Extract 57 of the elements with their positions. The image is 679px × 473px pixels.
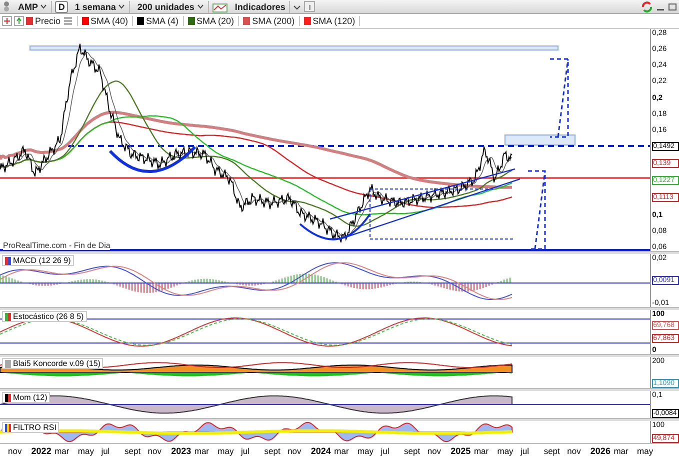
legend-label[interactable]: SMA (200) (252, 16, 295, 26)
period-dropdown[interactable]: 1 semana (70, 0, 130, 12)
indicators-dropdown[interactable]: Indicadores (230, 0, 290, 12)
legend-label[interactable]: SMA (40) (90, 16, 128, 26)
date-label: mar (334, 446, 349, 456)
refresh-icon[interactable] (641, 0, 653, 12)
date-label: nov (148, 446, 162, 456)
date-label: jul (520, 446, 530, 456)
date-label: nov (8, 446, 22, 456)
date-label: 2024 (310, 446, 331, 456)
date-label: jul (101, 446, 110, 456)
date-label: 2023 (171, 446, 192, 456)
date-label: nov (288, 446, 302, 456)
period-key-button[interactable]: D (55, 0, 68, 12)
date-label: nov (427, 446, 442, 456)
stack-icon[interactable] (2, 0, 11, 12)
date-label: jul (380, 446, 390, 456)
caret-icon[interactable] (118, 4, 126, 10)
arrow-up-icon[interactable] (14, 16, 24, 26)
legend-label[interactable]: SMA (120) (312, 16, 356, 26)
date-label: sept (544, 446, 560, 456)
symbol-dropdown[interactable]: AMP (14, 0, 52, 12)
data-source-label: ProRealTime.com - Fin de Dia (3, 241, 110, 250)
date-label: sept (264, 446, 280, 456)
date-label: 2025 (450, 446, 471, 456)
maximize-icon[interactable] (668, 2, 677, 12)
date-label: jul (240, 446, 250, 456)
legend-label[interactable]: Precio (35, 16, 61, 26)
date-label: may (497, 446, 514, 456)
date-label: sept (404, 446, 420, 456)
date-label: may (357, 446, 374, 456)
units-dropdown[interactable]: 200 unidades (133, 0, 209, 12)
date-label: may (78, 446, 94, 456)
indicator-title[interactable]: FILTRO RSI (2, 422, 60, 433)
date-label: 2026 (590, 446, 610, 456)
indicator-title[interactable]: Mom (12) (2, 392, 50, 403)
chart-icon[interactable] (212, 0, 228, 12)
date-label: mar (474, 446, 489, 456)
list-icon[interactable] (62, 16, 73, 26)
date-label: may (218, 446, 234, 456)
indicator-title[interactable]: MACD (12 26 9) (2, 255, 74, 266)
resistance-zone (504, 134, 576, 146)
add-icon[interactable] (2, 16, 12, 26)
date-label: may (637, 446, 654, 456)
date-label: sept (124, 446, 141, 456)
date-label: mar (194, 446, 210, 456)
caret-icon[interactable] (196, 4, 204, 10)
legend-label[interactable]: SMA (4) (146, 16, 179, 26)
indicator-title[interactable]: Blai5 Koncorde v.09 (15) (2, 358, 104, 369)
date-label: mar (54, 446, 70, 456)
indicator-title[interactable]: Estocástico (26 8 5) (2, 311, 87, 322)
cup-arc (299, 213, 371, 240)
date-label: nov (567, 446, 581, 456)
caret-icon[interactable] (40, 4, 48, 10)
date-label: 2022 (31, 446, 52, 456)
date-label: mar (614, 446, 628, 456)
legend-label[interactable]: SMA (20) (196, 16, 234, 26)
